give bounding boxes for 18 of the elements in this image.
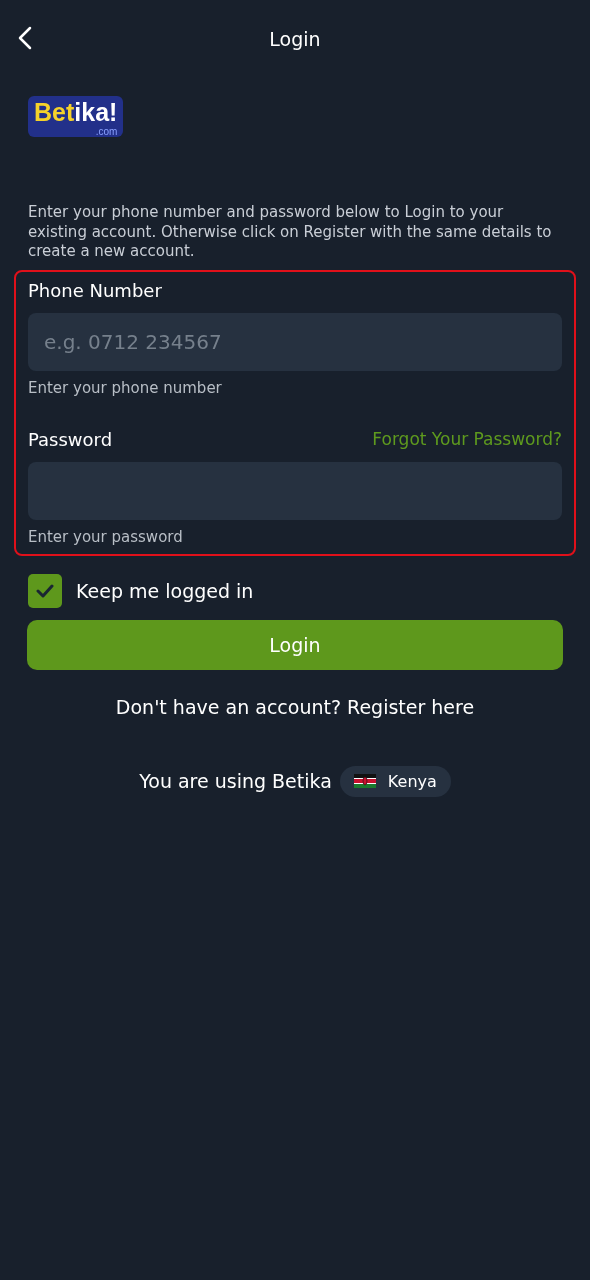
phone-input-field[interactable]: e.g. 0712 234567 xyxy=(28,312,562,371)
checkbox-label: Keep me logged in xyxy=(76,579,254,602)
country-selector[interactable]: Kenya xyxy=(339,765,451,797)
flag-icon xyxy=(353,774,376,788)
checkbox[interactable] xyxy=(28,573,62,608)
field-hint: Enter your password xyxy=(28,527,184,546)
field-hint: Enter your phone number xyxy=(28,378,223,397)
page-title: Login xyxy=(269,28,321,50)
forgot-password-link[interactable]: Forgot Your Password? xyxy=(372,429,562,449)
back-icon[interactable] xyxy=(18,26,32,50)
check-icon xyxy=(36,583,54,598)
brand-logo: Betika! .com xyxy=(28,96,124,137)
login-button[interactable]: Login xyxy=(27,619,563,670)
intro-text: Enter your phone number and password below to Login to your existing account. Otherwise click on Register with the same details to create a new account. xyxy=(28,203,553,262)
footer-text: You are using Betika xyxy=(139,770,332,792)
register-link[interactable]: Don't have an account? Register here xyxy=(14,695,576,718)
field-label: Password xyxy=(28,428,113,450)
field-label: Phone Number xyxy=(28,279,163,301)
